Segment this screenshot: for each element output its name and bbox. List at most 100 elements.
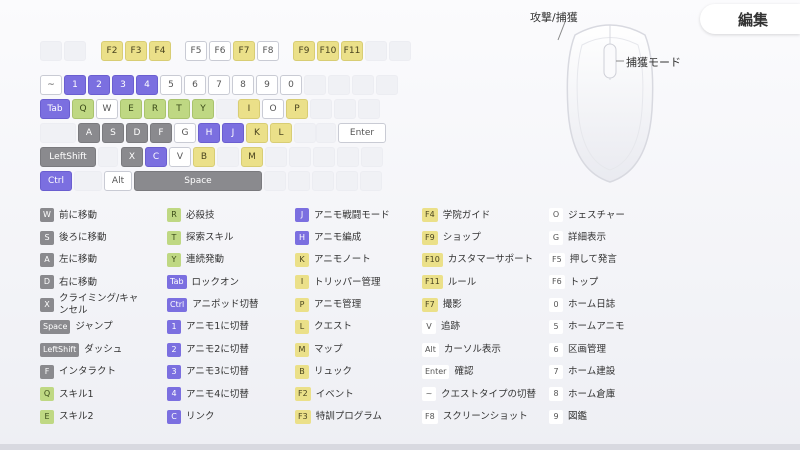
- key-empty: [74, 171, 102, 191]
- key-badge: 4: [167, 387, 181, 402]
- key-badge: 1: [167, 320, 181, 335]
- legend-item: J アニモ戦闘モード: [295, 204, 435, 226]
- legend-label: ショップ: [442, 231, 481, 243]
- legend-label: アニポッド切替: [192, 299, 259, 311]
- key-badge: 8: [549, 387, 563, 402]
- key-badge: I: [295, 275, 309, 290]
- legend-item: F4 学院ガイド: [422, 204, 562, 226]
- legend-column-1: W 前に移動 S 後ろに移動 A 左に移動 D 右に移動 X クライミング/キャンセル Space ジ…: [40, 204, 180, 428]
- key-badge: F10: [422, 252, 443, 267]
- key-ctrl: Ctrl: [40, 171, 72, 191]
- key-g: G: [174, 123, 196, 143]
- key-empty: [358, 99, 380, 119]
- legend-item: LeftShift ダッシュ: [40, 338, 180, 360]
- legend-item: Space ジャンプ: [40, 316, 180, 338]
- key-leftshift: LeftShift: [40, 147, 96, 167]
- key-empty: [288, 171, 310, 191]
- key-f4: F4: [149, 41, 171, 61]
- key-badge: Ctrl: [167, 297, 188, 312]
- legend-item: F2 イベント: [295, 383, 435, 405]
- key-badge: V: [422, 320, 436, 335]
- key-badge: Q: [40, 387, 54, 402]
- legend-item: P アニモ管理: [295, 294, 435, 316]
- key-t: T: [168, 99, 190, 119]
- key-empty: [310, 99, 332, 119]
- key-badge: T: [167, 230, 181, 245]
- legend-label: 特訓プログラム: [315, 411, 382, 423]
- key-num-8: 8: [232, 75, 254, 95]
- legend-label: アニモ3に切替: [186, 366, 249, 378]
- legend-label: インタラクト: [59, 366, 117, 378]
- legend-label: クエストタイプの切替: [441, 388, 537, 400]
- legend-label: アニモ管理: [314, 299, 362, 311]
- key-y: Y: [192, 99, 214, 119]
- legend-item: 6 区画管理: [549, 338, 689, 360]
- legend-item: F9 ショップ: [422, 226, 562, 248]
- key-badge: K: [295, 252, 309, 267]
- legend-item: 2 アニモ2に切替: [167, 338, 307, 360]
- edit-button[interactable]: 編集: [700, 4, 800, 34]
- key-badge: G: [549, 230, 563, 245]
- key-a: A: [78, 123, 100, 143]
- legend-item: I トリッパー管理: [295, 271, 435, 293]
- key-f10: F10: [317, 41, 339, 61]
- key-num-1: 1: [64, 75, 86, 95]
- legend-label: 後ろに移動: [59, 231, 107, 243]
- legend-item: F7 撮影: [422, 294, 562, 316]
- legend-item: F6 トップ: [549, 271, 689, 293]
- legend-label: ジェスチャー: [568, 209, 625, 221]
- legend-item: Alt カーソル表示: [422, 338, 562, 360]
- key-num-4: 4: [136, 75, 158, 95]
- legend-label: カーソル表示: [443, 343, 501, 355]
- key-num-3: 3: [112, 75, 134, 95]
- legend-item: 8 ホーム倉庫: [549, 383, 689, 405]
- legend-item: O ジェスチャー: [549, 204, 689, 226]
- legend-label: ホーム建設: [568, 366, 616, 378]
- key-badge: 6: [549, 342, 563, 357]
- key-h: H: [198, 123, 220, 143]
- key-badge: 0: [549, 297, 563, 312]
- key-badge: J: [295, 208, 309, 223]
- key-num-10: 0: [280, 75, 302, 95]
- legend-item: Y 連続発動: [167, 249, 307, 271]
- legend-item: F8 スクリーンショット: [422, 406, 562, 428]
- key-badge: 3: [167, 364, 181, 379]
- legend-column-4: F4 学院ガイド F9 ショップ F10 カスタマーサポート F11 ルール F7 撮影 V 追跡 Al…: [422, 204, 562, 428]
- key-enter: Enter: [338, 123, 386, 143]
- key-badge: L: [295, 320, 309, 335]
- legend-label: マップ: [314, 343, 343, 355]
- key-empty: [334, 99, 356, 119]
- legend-item: 4 アニモ4に切替: [167, 383, 307, 405]
- legend-item: X クライミング/キャンセル: [40, 293, 180, 316]
- key-e: E: [120, 99, 142, 119]
- key-f9: F9: [293, 41, 315, 61]
- legend-item: F5 押して発言: [549, 249, 689, 271]
- key-r: R: [144, 99, 166, 119]
- key-badge: F3: [295, 409, 311, 424]
- legend-item: B リュック: [295, 361, 435, 383]
- legend-item: H アニモ編成: [295, 226, 435, 248]
- key-badge: ~: [422, 387, 436, 402]
- key-empty: [64, 41, 86, 61]
- key-badge: F8: [422, 409, 438, 424]
- legend-label: 詳細表示: [568, 231, 607, 243]
- legend-label: ホーム倉庫: [568, 388, 616, 400]
- key-badge: 9: [549, 409, 563, 424]
- key-badge: F: [40, 364, 54, 379]
- mouse-diagram: 攻撃/捕獲 捕獲モード: [520, 0, 700, 200]
- legend-label: 押して発言: [569, 254, 617, 266]
- legend-item: 1 アニモ1に切替: [167, 316, 307, 338]
- key-empty: [337, 147, 359, 167]
- legend-label: リンク: [186, 411, 215, 423]
- key-badge: F6: [549, 275, 565, 290]
- key-k: K: [246, 123, 268, 143]
- legend-item: Q スキル1: [40, 383, 180, 405]
- key-x: X: [121, 147, 143, 167]
- legend-item: V 追跡: [422, 316, 562, 338]
- key-empty: [336, 171, 358, 191]
- legend-label: 確認: [454, 366, 474, 378]
- legend-item: 5 ホームアニモ: [549, 316, 689, 338]
- legend-item: M マップ: [295, 338, 435, 360]
- legend-label: クライミング/キャンセル: [59, 293, 139, 316]
- legend-item: 3 アニモ3に切替: [167, 361, 307, 383]
